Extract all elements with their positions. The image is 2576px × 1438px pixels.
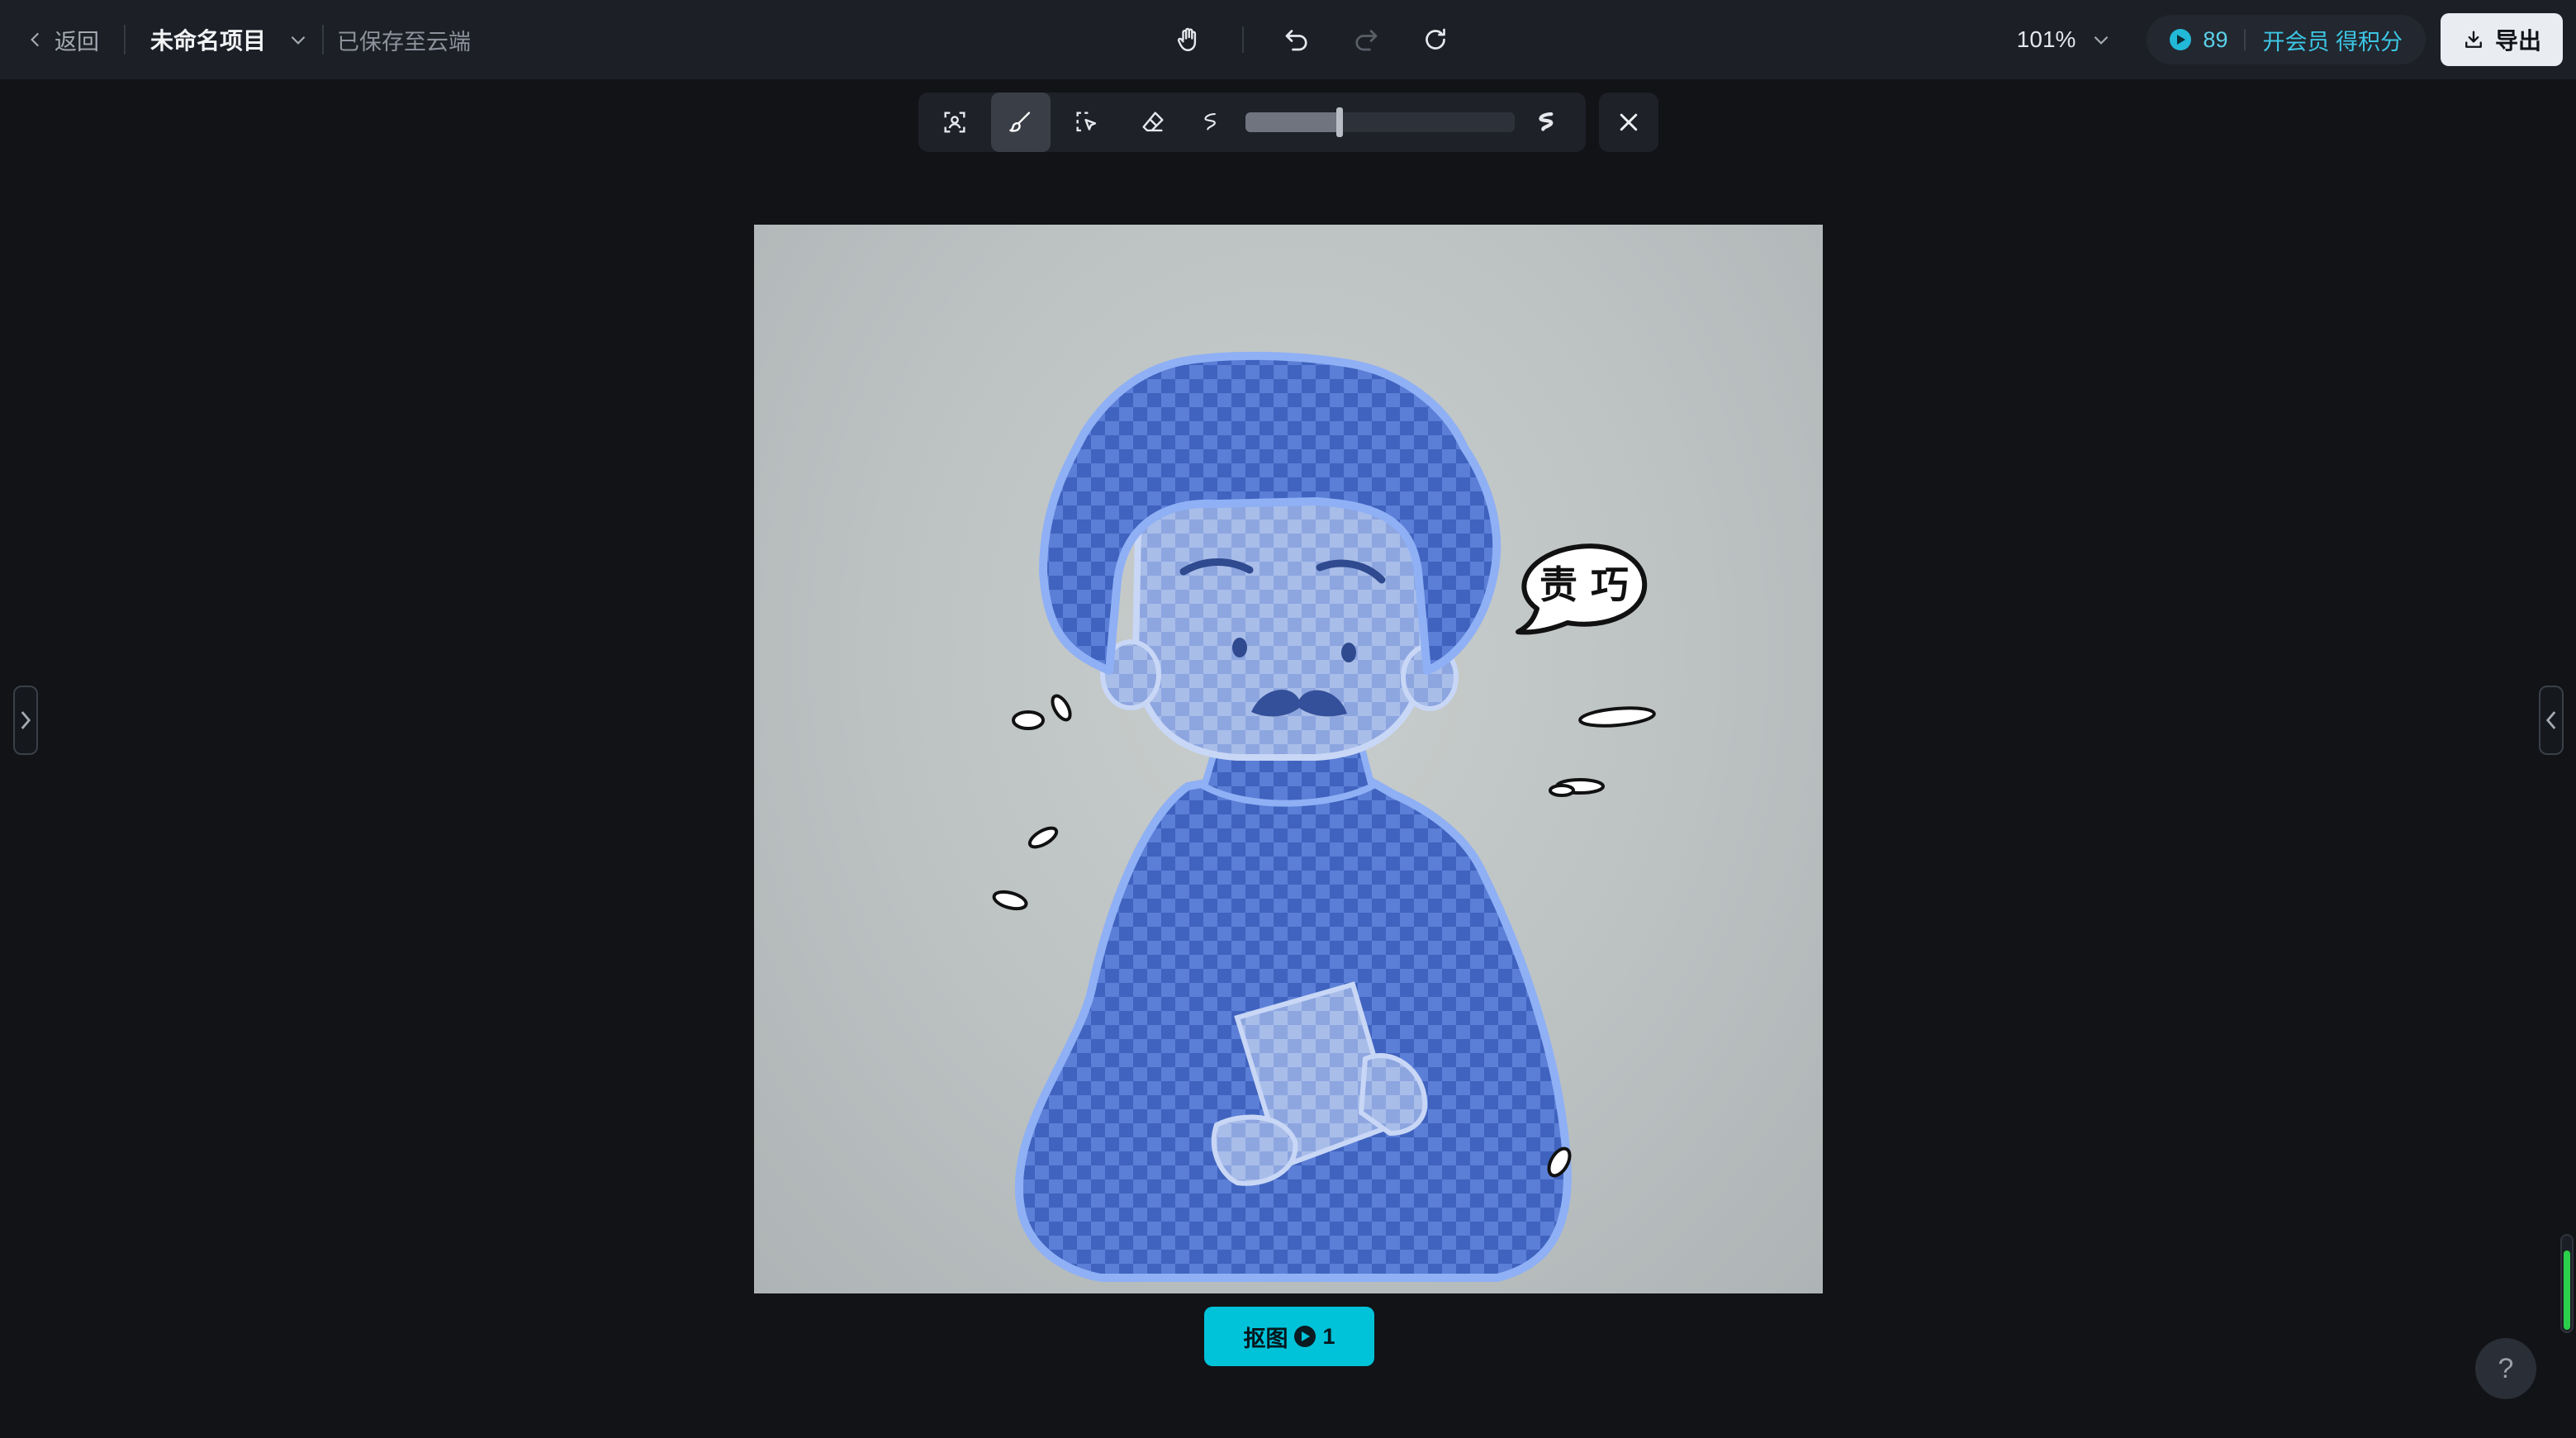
- credit-count: 89: [2203, 26, 2228, 52]
- export-label: 导出: [2494, 28, 2541, 54]
- hand-tool-button[interactable]: [1173, 23, 1206, 56]
- credit-coin-icon: [1294, 1326, 1316, 1347]
- help-button[interactable]: ?: [2475, 1338, 2536, 1399]
- undo-icon: [1285, 30, 1307, 51]
- credit-coin-icon: [2170, 29, 2192, 50]
- zoom-level: 101%: [2016, 26, 2076, 52]
- brush-size-large[interactable]: [1525, 93, 1571, 152]
- close-icon: [1620, 113, 1638, 131]
- brush-tool[interactable]: [991, 93, 1051, 152]
- eye-left: [1232, 638, 1247, 657]
- right-panel-toggle[interactable]: [2539, 686, 2564, 755]
- cutout-label: 抠图: [1243, 1326, 1288, 1351]
- close-mask-button[interactable]: [1599, 93, 1658, 152]
- project-name[interactable]: 未命名项目: [150, 23, 266, 56]
- top-bar-left: 返回 未命名项目 已保存至云端: [25, 0, 471, 79]
- credits-panel[interactable]: 89 开会员 得积分: [2147, 15, 2426, 64]
- speech-bubble: 责 巧: [1516, 543, 1648, 635]
- zoom-control[interactable]: 101%: [2017, 26, 2113, 53]
- scroll-indicator[interactable]: [2560, 1234, 2574, 1333]
- chevron-left-icon: [2545, 711, 2556, 729]
- download-icon: [2465, 31, 2482, 48]
- image-canvas[interactable]: 责 巧: [754, 225, 1823, 1293]
- vip-link[interactable]: 开会员 得积分: [2262, 24, 2403, 56]
- smart-select-icon: [1076, 112, 1097, 132]
- brush-size-large-icon: [1539, 112, 1554, 131]
- hand-icon: [1177, 27, 1197, 51]
- slider-thumb[interactable]: [1336, 107, 1344, 137]
- chevron-right-icon: [21, 711, 31, 729]
- eraser-tool[interactable]: [1123, 93, 1183, 152]
- divider: [2244, 29, 2246, 50]
- help-label: ?: [2498, 1352, 2514, 1384]
- brush-size-small-icon: [1204, 113, 1216, 131]
- portrait-select-icon: [944, 112, 965, 133]
- back-button[interactable]: 返回: [25, 24, 99, 56]
- mask-hand-left: [1211, 1114, 1298, 1186]
- mask-toolbar: [918, 93, 1586, 152]
- portrait-select-tool[interactable]: [925, 93, 984, 152]
- left-panel-toggle[interactable]: [13, 686, 38, 755]
- eye-right: [1341, 643, 1356, 662]
- top-bar: 返回 未命名项目 已保存至云端 101% 89 开会员 得积分 导出: [0, 0, 2576, 79]
- brush-icon: [1009, 112, 1031, 132]
- history-controls: [1173, 0, 1452, 79]
- save-status: 已保存至云端: [337, 29, 472, 55]
- slider-fill: [1245, 112, 1340, 132]
- eraser-icon: [1142, 112, 1164, 132]
- divider: [1242, 26, 1244, 53]
- brush-size-small[interactable]: [1189, 93, 1236, 152]
- brush-size-slider[interactable]: [1245, 107, 1515, 137]
- redo-icon: [1355, 30, 1378, 51]
- back-label: 返回: [55, 29, 99, 55]
- divider: [124, 25, 126, 55]
- smart-select-tool[interactable]: [1057, 93, 1117, 152]
- divider: [322, 25, 325, 55]
- chevron-down-icon: [2094, 36, 2109, 45]
- redo-button[interactable]: [1350, 23, 1383, 56]
- chevron-left-icon: [31, 32, 40, 47]
- reset-button[interactable]: [1419, 23, 1452, 56]
- undo-button[interactable]: [1280, 23, 1313, 56]
- cutout-cost: 1: [1322, 1323, 1335, 1349]
- chevron-down-icon[interactable]: [287, 29, 309, 50]
- speech-bubble-text: 责 巧: [1539, 562, 1629, 607]
- top-bar-right: 101% 89 开会员 得积分 导出: [2017, 0, 2563, 79]
- mask-face: [1131, 483, 1427, 761]
- refresh-icon: [1426, 28, 1445, 50]
- cartoon-image: 责 巧: [992, 351, 1656, 1282]
- cutout-button[interactable]: 抠图 1: [1204, 1307, 1374, 1366]
- scroll-indicator-fill: [2564, 1251, 2570, 1330]
- export-button[interactable]: 导出: [2440, 13, 2563, 66]
